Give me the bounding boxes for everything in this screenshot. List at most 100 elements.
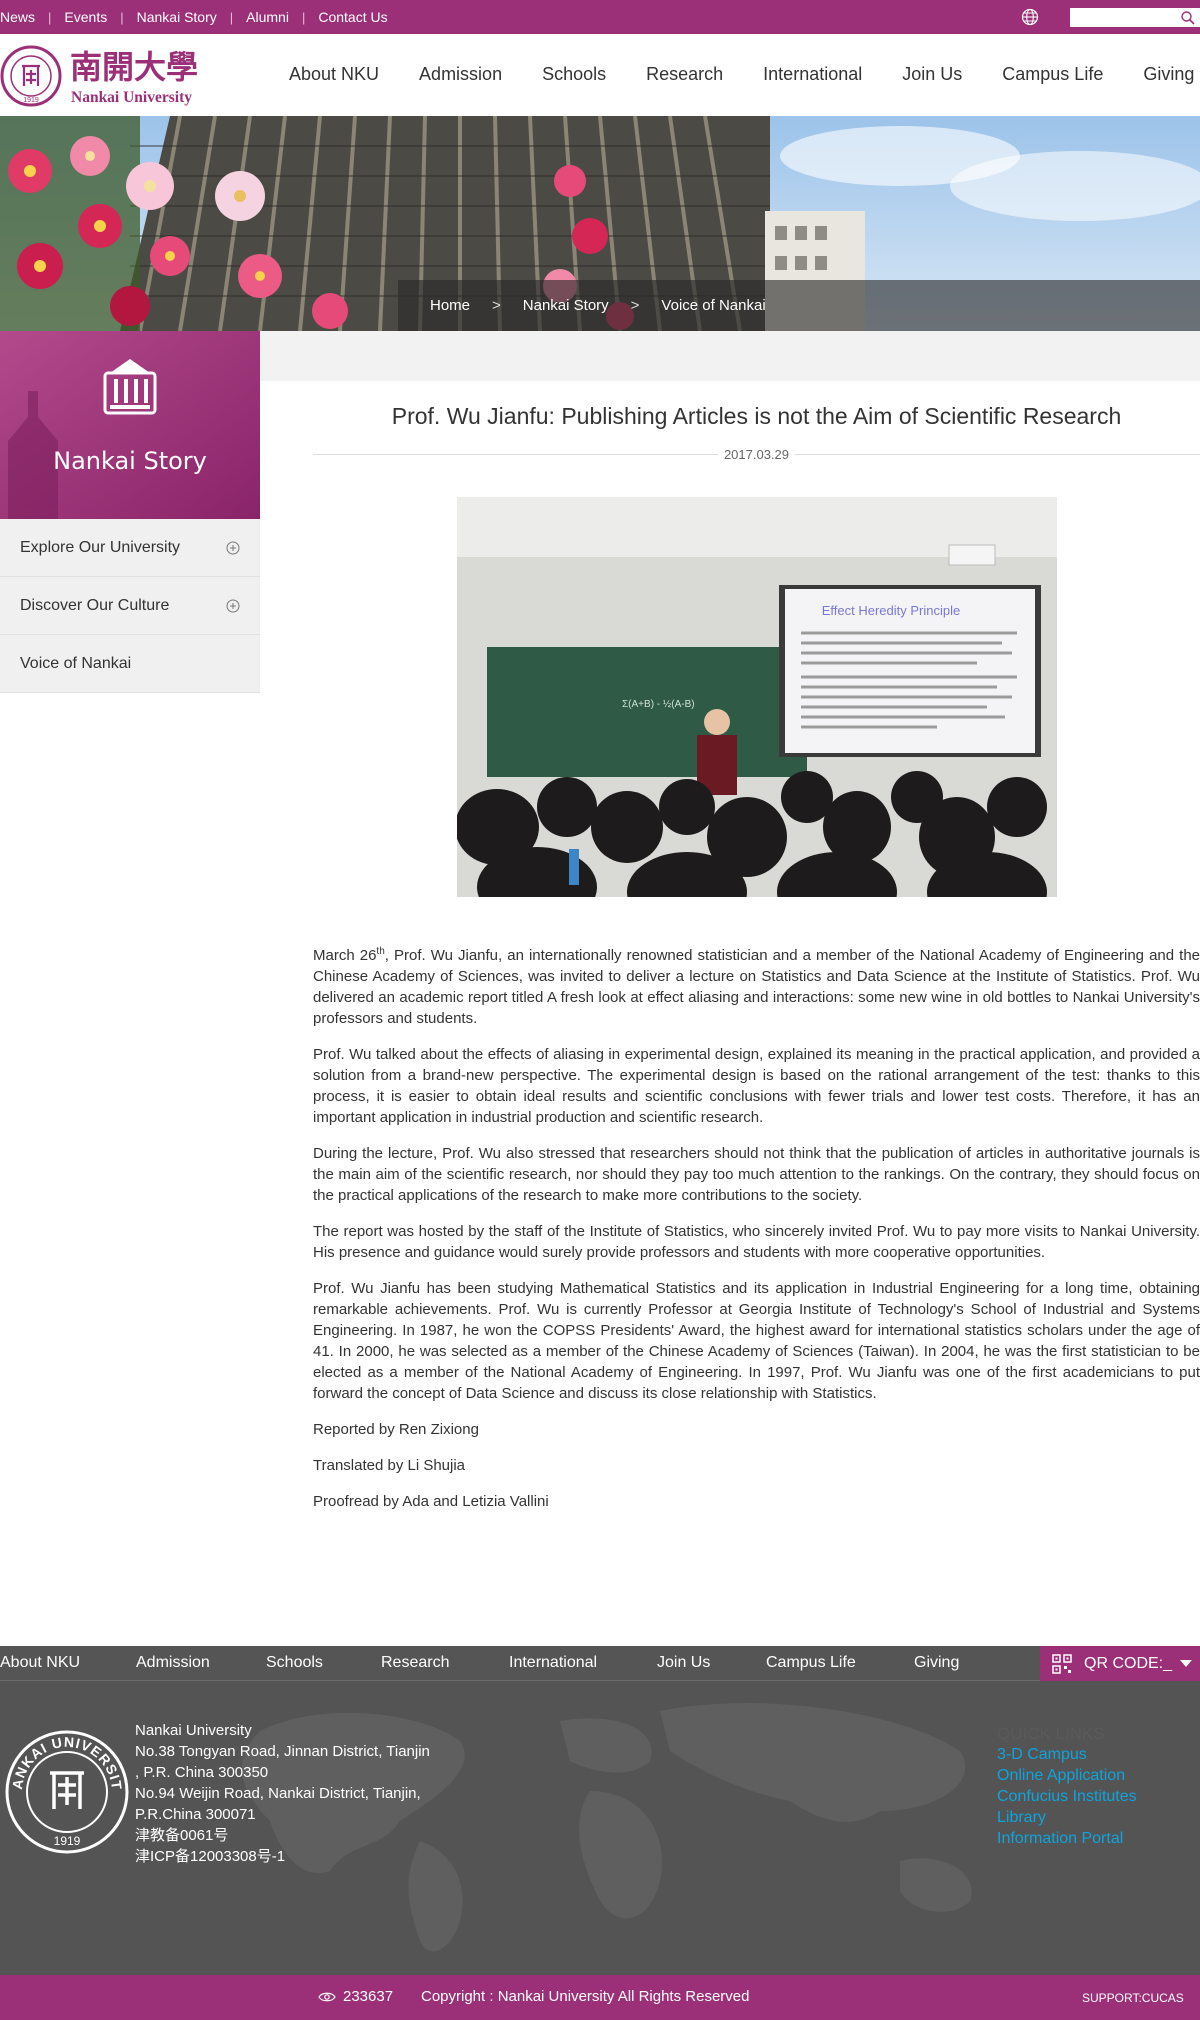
svg-text:南開大學: 南開大學 (70, 48, 198, 86)
quick-link-information-portal[interactable]: Information Portal (997, 1828, 1137, 1849)
top-link-contact-us[interactable]: Contact Us (318, 9, 387, 25)
lecture-photo: Σ(A+B) - ½(A-B) Effect Heredity Principl… (457, 497, 1057, 897)
main-navigation: About NKU Admission Schools Research Int… (289, 64, 1194, 85)
site-header: 1919 南開大學 Nankai University About NKU Ad… (0, 34, 1200, 116)
footer-nav-giving[interactable]: Giving (914, 1654, 959, 1672)
top-utility-bar: News | Events | Nankai Story | Alumni | … (0, 0, 1200, 34)
footer-nav-research[interactable]: Research (381, 1654, 449, 1672)
article-text: March 26 (313, 947, 377, 964)
separator: | (48, 9, 52, 25)
breadcrumb-home[interactable]: Home (430, 297, 470, 314)
sidebar-item-discover-our-culture[interactable]: Discover Our Culture (0, 577, 260, 635)
quick-link-library[interactable]: Library (997, 1807, 1137, 1828)
sidebar-header-graphic (0, 331, 260, 519)
nav-join-us[interactable]: Join Us (902, 64, 962, 85)
search-input[interactable] (1070, 8, 1170, 27)
footer-address: Nankai University No.38 Tongyan Road, Ji… (135, 1720, 465, 1867)
nav-research[interactable]: Research (646, 64, 723, 85)
breadcrumb-separator: > (492, 297, 501, 314)
sidebar-item-label: Voice of Nankai (20, 654, 132, 672)
quick-links: QUICK LINKS 3-D Campus Online Applicatio… (997, 1723, 1137, 1849)
sidebar-menu: Explore Our University Discover Our Cult… (0, 519, 260, 693)
svg-text:Σ(A+B) - ½(A-B): Σ(A+B) - ½(A-B) (622, 699, 695, 710)
nankai-seal-logo[interactable]: NANKAI UNIVERSITY 1919 (4, 1729, 130, 1855)
footer-nav-about-nku[interactable]: About NKU (0, 1654, 80, 1672)
nav-admission[interactable]: Admission (419, 64, 502, 85)
nav-about-nku[interactable]: About NKU (289, 64, 379, 85)
separator: | (229, 9, 234, 25)
article-text: , Prof. Wu Jianfu, an internationally re… (313, 947, 1200, 1027)
sidebar-item-voice-of-nankai[interactable]: Voice of Nankai (0, 635, 260, 693)
nav-international[interactable]: International (763, 64, 862, 85)
footer-navigation: About NKU Admission Schools Research Int… (0, 1646, 1200, 1681)
article-title: Prof. Wu Jianfu: Publishing Articles is … (391, 403, 1122, 429)
nav-campus-life[interactable]: Campus Life (1002, 64, 1103, 85)
article: Prof. Wu Jianfu: Publishing Articles is … (313, 381, 1200, 1510)
svg-text:Nankai University: Nankai University (71, 89, 192, 106)
breadcrumb-separator: > (630, 297, 640, 314)
expand-plus-icon[interactable] (226, 599, 240, 613)
svg-text:1919: 1919 (23, 97, 39, 104)
chevron-down-icon (1180, 1660, 1192, 1667)
address-line: , P.R. China 300350 (135, 1764, 269, 1781)
icp-record: 津教备0061号 (135, 1827, 229, 1844)
search-box (1070, 8, 1200, 27)
content-top-strip (260, 331, 1200, 381)
quick-link-3d-campus[interactable]: 3-D Campus (997, 1744, 1137, 1765)
support-link[interactable]: SUPPORT:CUCAS (1082, 1991, 1184, 2005)
article-paragraph: Prof. Wu Jianfu has been studying Mathem… (313, 1280, 1200, 1402)
article-body: March 26th, Prof. Wu Jianfu, an internat… (313, 941, 1200, 1527)
top-link-nankai-story[interactable]: Nankai Story (137, 9, 217, 25)
expand-plus-icon[interactable] (226, 541, 240, 555)
address-line: No.38 Tongyan Road, Jinnan District, Tia… (135, 1743, 430, 1760)
sidebar-item-explore-our-university[interactable]: Explore Our University (0, 519, 260, 577)
sidebar-header: Nankai Story (0, 331, 260, 519)
article-paragraph: During the lecture, Prof. Wu also stress… (313, 1145, 1200, 1204)
qr-code-toggle[interactable]: QR CODE:_ (1040, 1646, 1200, 1681)
top-link-events[interactable]: Events (64, 9, 107, 25)
copyright-bar: 233637 Copyright : Nankai University All… (0, 1975, 1200, 2020)
svg-text:1919: 1919 (54, 1834, 81, 1848)
address-line: No.94 Weijin Road, Nankai District, Tian… (135, 1785, 421, 1802)
breadcrumb-voice-of-nankai[interactable]: Voice of Nankai (661, 297, 765, 314)
top-links: News | Events | Nankai Story | Alumni | … (0, 0, 388, 34)
top-link-alumni[interactable]: Alumni (246, 9, 289, 25)
nankai-logo[interactable]: 1919 南開大學 Nankai University (0, 44, 212, 108)
sidebar-title: Nankai Story (53, 447, 207, 475)
svg-text:Effect Heredity Principle: Effect Heredity Principle (822, 603, 961, 618)
ordinal-suffix: th (376, 946, 385, 957)
article-paragraph: March 26th, Prof. Wu Jianfu, an internat… (313, 941, 1200, 1029)
footer-nav-join-us[interactable]: Join Us (657, 1654, 710, 1672)
article-date: 2017.03.29 (717, 447, 796, 462)
footer-nav-international[interactable]: International (509, 1654, 597, 1672)
separator: | (120, 9, 124, 25)
footer-nav-admission[interactable]: Admission (136, 1654, 210, 1672)
sidebar-item-label: Explore Our University (20, 538, 181, 556)
footer-nav-schools[interactable]: Schools (266, 1654, 323, 1672)
search-icon[interactable] (1180, 10, 1196, 26)
view-count: 233637 (343, 1988, 394, 2005)
quick-link-online-application[interactable]: Online Application (997, 1765, 1137, 1786)
article-credit-reporter: Reported by Ren Zixiong (313, 1421, 479, 1438)
address-line: Nankai University (135, 1722, 252, 1739)
article-paragraph: Prof. Wu talked about the effects of ali… (313, 1046, 1200, 1126)
nav-giving[interactable]: Giving (1143, 64, 1194, 85)
article-credit-translator: Translated by Li Shujia (313, 1457, 466, 1474)
footer-main: NANKAI UNIVERSITY 1919 Nankai University… (0, 1681, 1200, 1975)
hero-banner: Home > Nankai Story > Voice of Nankai (0, 116, 1200, 331)
address-line: P.R.China 300071 (135, 1806, 256, 1823)
article-paragraph: The report was hosted by the staff of th… (313, 1223, 1200, 1261)
quick-link-confucius-institutes[interactable]: Confucius Institutes (997, 1786, 1137, 1807)
globe-icon[interactable] (1021, 8, 1039, 26)
sidebar-item-label: Discover Our Culture (20, 596, 170, 614)
article-date-row: 2017.03.29 (313, 447, 1200, 469)
svg-text:NANKAI UNIVERSITY: NANKAI UNIVERSITY (4, 1729, 125, 1791)
eye-icon (318, 1992, 336, 2002)
breadcrumb-nankai-story[interactable]: Nankai Story (523, 297, 609, 314)
breadcrumb: Home > Nankai Story > Voice of Nankai (398, 280, 1200, 331)
footer-nav-campus-life[interactable]: Campus Life (766, 1654, 856, 1672)
nav-schools[interactable]: Schools (542, 64, 606, 85)
separator: | (301, 9, 306, 25)
icp-record: 津ICP备12003308号-1 (135, 1848, 286, 1865)
top-link-news[interactable]: News (0, 9, 35, 25)
